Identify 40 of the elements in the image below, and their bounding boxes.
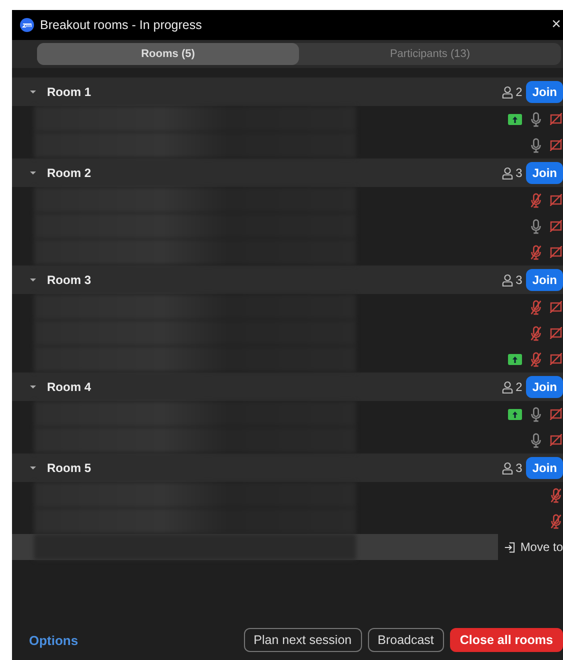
- join-button[interactable]: Join: [526, 457, 563, 479]
- move-icon: [504, 542, 516, 552]
- app-logo-icon: [20, 18, 34, 32]
- room-header[interactable]: Room 2 3 Join: [12, 158, 563, 187]
- person-icon: [502, 462, 513, 474]
- join-button[interactable]: Join: [526, 376, 563, 398]
- room-name: Room 5: [47, 461, 92, 475]
- close-button[interactable]: ×: [552, 16, 563, 34]
- caret-icon[interactable]: [30, 89, 36, 95]
- room-name: Room 3: [47, 273, 92, 287]
- caret-icon[interactable]: [30, 170, 36, 176]
- move-to-button[interactable]: Move to: [498, 534, 563, 560]
- caret-icon[interactable]: [30, 384, 36, 390]
- footer-button[interactable]: Plan next session: [244, 628, 362, 652]
- options-link[interactable]: Options: [29, 632, 78, 648]
- participant-count: 3: [516, 461, 522, 475]
- participant-count: 3: [516, 273, 522, 287]
- participant-count: 2: [516, 380, 522, 394]
- participant-count: 2: [516, 85, 522, 99]
- join-button[interactable]: Join: [526, 269, 563, 291]
- join-button[interactable]: Join: [526, 162, 563, 184]
- close-all-button[interactable]: Close all rooms: [450, 628, 563, 652]
- room-name: Room 1: [47, 85, 92, 99]
- room-header[interactable]: Room 1 2 Join: [12, 77, 563, 106]
- room-header[interactable]: Room 3 3 Join: [12, 265, 563, 294]
- window-title: Breakout rooms - In progress: [40, 18, 202, 32]
- caret-icon[interactable]: [30, 465, 36, 471]
- room-header[interactable]: Room 4 2 Join: [12, 372, 563, 401]
- person-icon: [502, 380, 513, 394]
- caret-icon[interactable]: [30, 277, 36, 283]
- room-name: Room 4: [47, 380, 92, 394]
- footer-button[interactable]: Broadcast: [368, 628, 444, 652]
- room-name: Room 2: [47, 166, 92, 180]
- tab[interactable]: Rooms (5): [37, 43, 299, 65]
- person-icon: [502, 274, 513, 286]
- person-icon: [502, 86, 513, 98]
- person-icon: [502, 166, 513, 180]
- room-header[interactable]: Room 5 3 Join: [12, 453, 563, 482]
- join-button[interactable]: Join: [526, 81, 563, 103]
- participant-count: 3: [516, 166, 522, 180]
